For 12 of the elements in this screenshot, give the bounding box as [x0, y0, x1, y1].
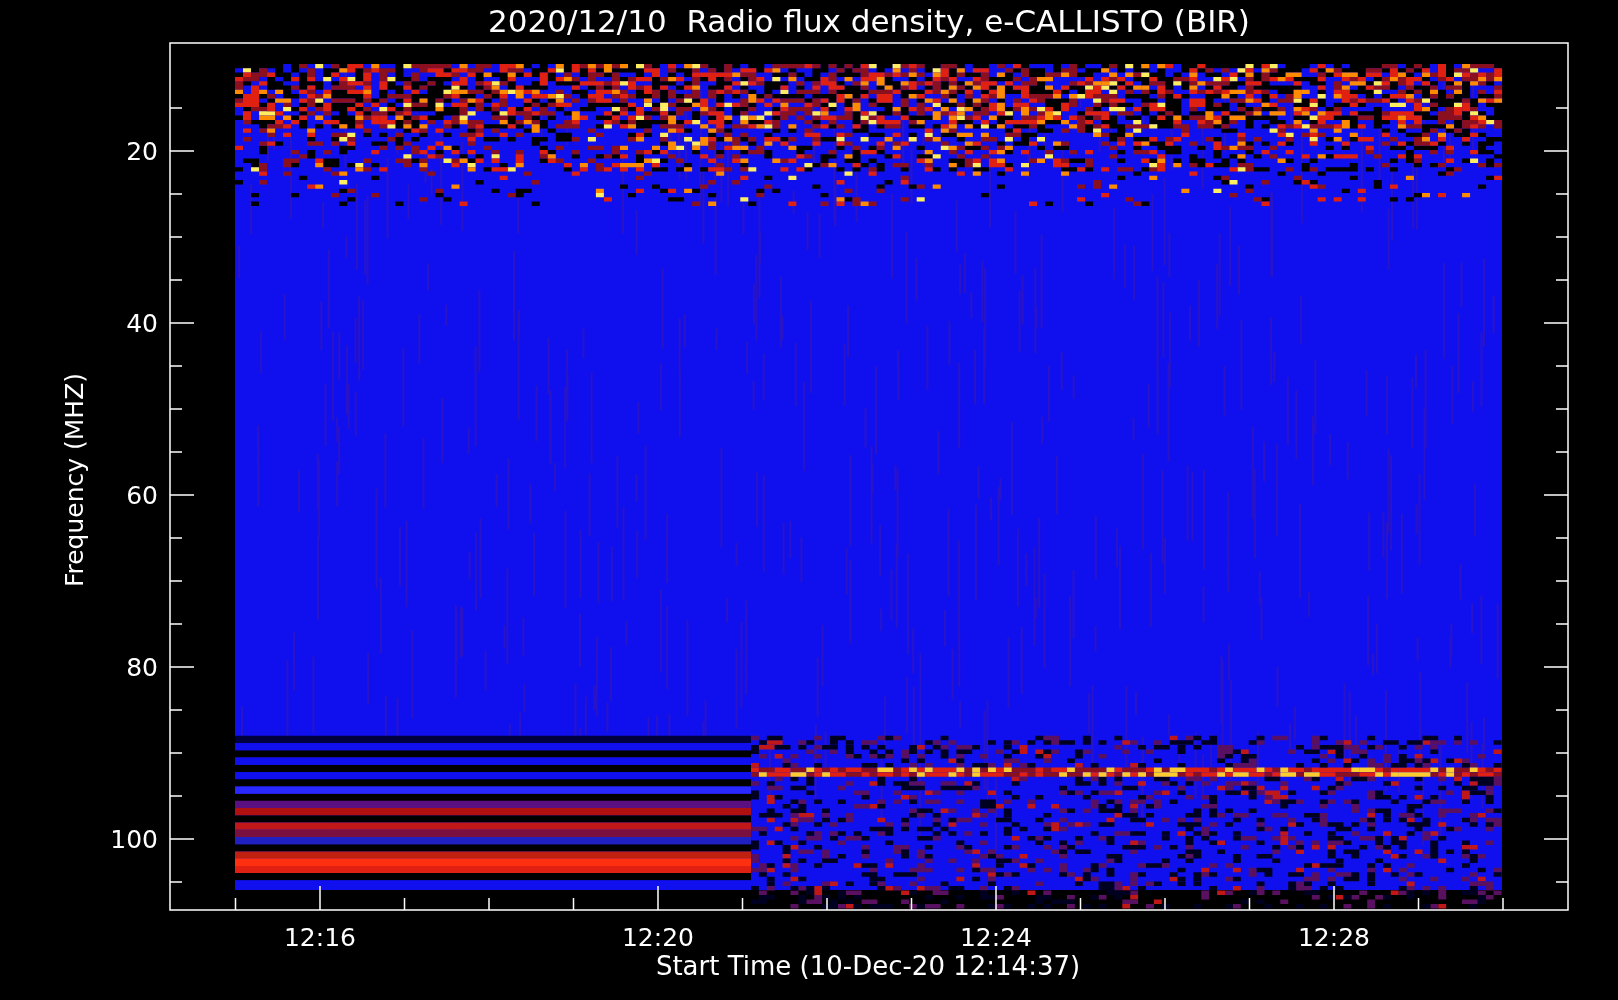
x-tick-label: 12:24 [960, 923, 1032, 952]
y-tick-label: 60 [126, 481, 158, 510]
chart-title: 2020/12/10 Radio flux density, e-CALLISTO (BIR) [488, 3, 1250, 39]
y-tick-label: 100 [110, 825, 158, 854]
x-tick-label: 12:16 [284, 923, 356, 952]
x-tick-label: 12:20 [622, 923, 694, 952]
x-tick-label: 12:28 [1298, 923, 1370, 952]
y-tick-label: 40 [126, 309, 158, 338]
y-axis-label: Frequency (MHZ) [60, 372, 89, 588]
y-tick-label: 80 [126, 653, 158, 682]
y-tick-label: 20 [126, 137, 158, 166]
x-axis-label: Start Time (10-Dec-20 12:14:37) [655, 951, 1081, 981]
